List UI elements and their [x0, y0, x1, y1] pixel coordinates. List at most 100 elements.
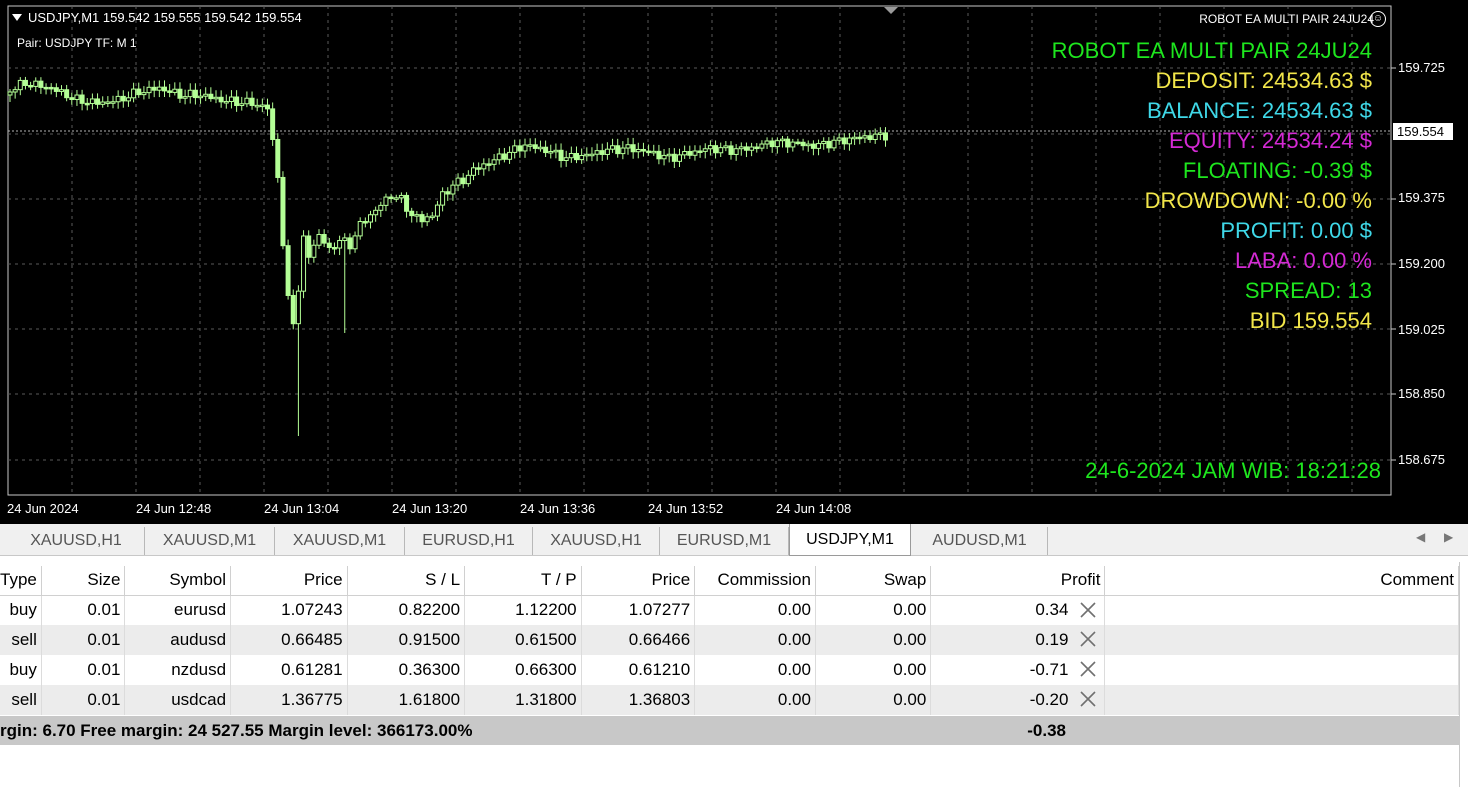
- tab-scroll-right-icon[interactable]: ▶: [1444, 530, 1453, 544]
- candle-body: [254, 104, 260, 108]
- expert-advisor-name: ROBOT EA MULTI PAIR 24JU24: [1199, 12, 1374, 26]
- time-axis-label: 24 Jun 13:20: [392, 501, 468, 516]
- info-line: FLOATING: -0.39 $: [1182, 158, 1372, 183]
- table-cell: audusd: [124, 625, 232, 655]
- total-profit: -0.38: [1027, 721, 1066, 740]
- close-position-icon[interactable]: [1078, 659, 1098, 679]
- candle-body: [728, 145, 734, 155]
- candle-body: [594, 150, 600, 155]
- column-header[interactable]: Price: [581, 566, 696, 596]
- cell-value: usdcad: [171, 690, 227, 709]
- candle-body: [465, 174, 471, 185]
- close-position-icon[interactable]: [1078, 629, 1098, 649]
- chart-tab[interactable]: XAUUSD,H1: [8, 527, 145, 555]
- column-header[interactable]: Commission: [694, 566, 816, 596]
- table-cell: 0.00: [815, 625, 932, 655]
- table-cell: [1104, 655, 1459, 685]
- column-header[interactable]: Comment: [1104, 566, 1459, 596]
- info-line: BALANCE: 24534.63 $: [1146, 98, 1372, 123]
- close-position-icon[interactable]: [1078, 689, 1098, 709]
- table-cell: 1.07277: [581, 595, 696, 625]
- table-cell: 0.00: [694, 655, 816, 685]
- close-position-icon[interactable]: [1078, 600, 1098, 620]
- column-header[interactable]: Symbol: [124, 566, 232, 596]
- candle-body: [615, 145, 621, 155]
- candle-body: [785, 138, 791, 148]
- chart-tab[interactable]: EURUSD,M1: [660, 527, 789, 555]
- candle-body: [203, 93, 209, 97]
- smiley-icon[interactable]: ☺: [1370, 11, 1386, 27]
- candle-body: [599, 150, 605, 155]
- candle-body: [409, 210, 415, 217]
- column-header[interactable]: T / P: [464, 566, 582, 596]
- candle-body: [95, 98, 101, 105]
- candle-body: [136, 88, 142, 96]
- chart-tab[interactable]: EURUSD,H1: [405, 527, 533, 555]
- collapse-triangle-icon[interactable]: [12, 14, 22, 21]
- cell-value: eurusd: [174, 600, 227, 620]
- candle-body: [532, 144, 538, 149]
- column-header[interactable]: S / L: [347, 566, 466, 596]
- candle-body: [496, 153, 502, 161]
- candle-body: [527, 144, 533, 147]
- candle-body: [198, 95, 204, 99]
- tab-scroll-left-icon[interactable]: ◀: [1416, 530, 1425, 544]
- table-row[interactable]: buy 0.01 nzdusd 0.61281 0.36300 0.66300 0.6121…: [0, 655, 1459, 685]
- column-header[interactable]: Size: [41, 566, 126, 596]
- chart-tab[interactable]: AUDUSD,M1: [912, 527, 1048, 555]
- cell-value: 0.00: [777, 630, 811, 649]
- table-cell: 0.19: [930, 625, 1106, 655]
- table-row[interactable]: sell 0.01 audusd 0.66485 0.91500 0.61500 0.664…: [0, 625, 1459, 655]
- candle-body: [816, 143, 822, 149]
- chart-tab[interactable]: XAUUSD,H1: [533, 527, 660, 555]
- candle-body: [265, 104, 270, 110]
- column-header[interactable]: Price: [230, 566, 348, 596]
- column-header[interactable]: Type: [0, 566, 42, 596]
- candle-body: [177, 88, 183, 99]
- candle-body: [821, 140, 827, 145]
- candle-body: [105, 101, 111, 104]
- cell-value: 0.36300: [398, 660, 461, 679]
- candle-body: [429, 215, 435, 219]
- table-cell: 0.01: [41, 595, 126, 625]
- price-chart[interactable]: USDJPY,M1 159.542 159.555 159.542 159.55…: [0, 0, 1468, 524]
- candle-body: [347, 237, 353, 250]
- ea-info-panel: ROBOT EA MULTI PAIR 24JU24 DEPOSIT: 24534…: [1052, 36, 1372, 336]
- table-cell: 0.01: [41, 655, 126, 685]
- cell-value: sell: [11, 630, 37, 649]
- chart-tab[interactable]: XAUUSD,M1: [275, 527, 405, 555]
- column-header[interactable]: Profit: [930, 566, 1106, 596]
- chart-tab[interactable]: USDJPY,M1: [789, 524, 911, 556]
- candle-body: [223, 100, 229, 104]
- table-cell: [1104, 595, 1459, 625]
- price-axis-label: 159.200: [1398, 256, 1445, 271]
- candle-body: [151, 86, 157, 91]
- cell-value: 0.82200: [398, 600, 461, 620]
- candle-body: [311, 244, 317, 258]
- cell-value: 0.01: [87, 690, 121, 709]
- column-header[interactable]: Swap: [815, 566, 932, 596]
- candle-body: [810, 143, 816, 149]
- chart-tab[interactable]: XAUUSD,M1: [145, 527, 275, 555]
- candle-body: [574, 152, 579, 161]
- price-axis-label: 159.025: [1398, 322, 1445, 337]
- candle-body: [491, 159, 497, 165]
- price-axis-label: 158.850: [1398, 386, 1445, 401]
- candle-body: [867, 135, 873, 141]
- cell-value: 0.61210: [628, 660, 691, 679]
- candle-body: [548, 150, 554, 154]
- candle-body: [404, 194, 410, 212]
- time-axis-label: 24 Jun 12:48: [136, 501, 212, 516]
- table-cell: 0.00: [694, 595, 816, 625]
- candle-body: [795, 141, 801, 145]
- table-row[interactable]: sell 0.01 usdcad 1.36775 1.61800 1.31800 1.368…: [0, 685, 1459, 715]
- candle-body: [326, 242, 332, 248]
- table-cell: 0.00: [694, 625, 816, 655]
- candle-body: [764, 140, 770, 145]
- table-row[interactable]: buy 0.01 eurusd 1.07243 0.82200 1.12200 1.0727…: [0, 595, 1459, 625]
- candle-body: [285, 245, 291, 296]
- candle-body: [646, 150, 652, 154]
- candle-body: [537, 146, 543, 150]
- table-body: buy 0.01 eurusd 1.07243 0.82200 1.12200 1.0727…: [0, 595, 1459, 715]
- price-axis-label: 159.725: [1398, 60, 1445, 75]
